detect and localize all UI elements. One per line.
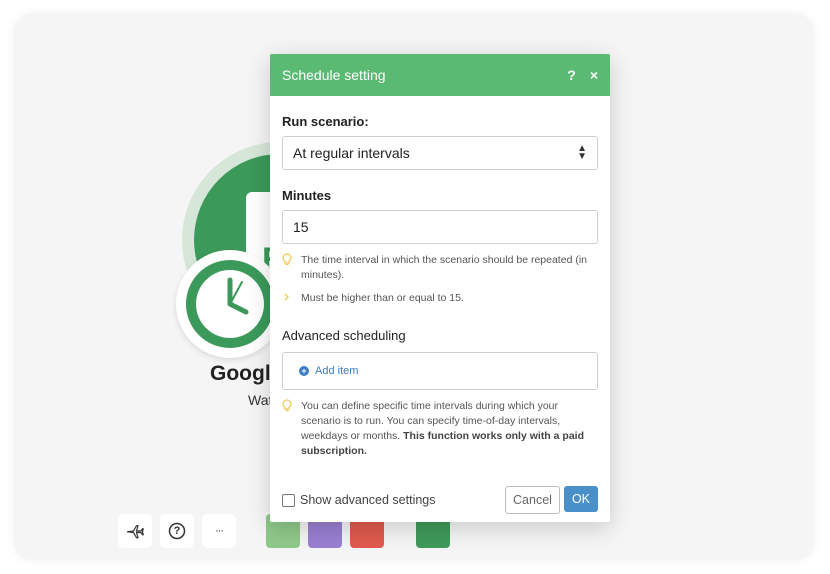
ok-button[interactable]: OK bbox=[563, 486, 598, 512]
more-button[interactable]: ··· bbox=[202, 514, 236, 548]
cancel-button[interactable]: Cancel bbox=[505, 486, 560, 514]
help-button[interactable]: ? bbox=[160, 514, 194, 548]
dialog-footer: Show advanced settings Cancel OK bbox=[282, 486, 598, 514]
lightbulb-icon bbox=[282, 253, 301, 283]
min-hint: Must be higher than or equal to 15. bbox=[282, 291, 598, 307]
clock-icon bbox=[186, 260, 274, 348]
interval-hint-text: The time interval in which the scenario … bbox=[301, 254, 587, 281]
run-scenario-select[interactable]: At regular intervals ▲ ▼ bbox=[282, 136, 598, 170]
more-icon: ··· bbox=[215, 525, 224, 537]
plus-circle-icon: + bbox=[299, 366, 309, 376]
help-glyph: ? bbox=[173, 525, 181, 537]
schedule-setting-dialog: Schedule setting ? × Run scenario: At re… bbox=[270, 54, 610, 522]
run-scenario-label: Run scenario: bbox=[282, 114, 369, 129]
min-hint-text: Must be higher than or equal to 15. bbox=[301, 292, 464, 304]
dialog-body: Run scenario: At regular intervals ▲ ▼ Mi… bbox=[270, 114, 610, 459]
airplane-icon bbox=[126, 525, 144, 539]
schedule-clock-badge[interactable] bbox=[176, 250, 284, 358]
show-advanced-checkbox[interactable] bbox=[282, 493, 295, 507]
close-icon[interactable]: × bbox=[590, 67, 598, 83]
show-advanced-toggle[interactable]: Show advanced settings bbox=[282, 493, 436, 507]
dialog-title: Schedule setting bbox=[282, 67, 386, 83]
dialog-header: Schedule setting ? × bbox=[270, 54, 610, 96]
interval-hint: The time interval in which the scenario … bbox=[282, 253, 598, 283]
lightbulb-icon bbox=[282, 399, 301, 459]
run-scenario-value: At regular intervals bbox=[293, 145, 410, 161]
show-advanced-label: Show advanced settings bbox=[300, 493, 436, 507]
select-arrows-icon: ▲ ▼ bbox=[577, 143, 587, 162]
advanced-hint: You can define specific time intervals d… bbox=[282, 399, 598, 459]
advanced-scheduling-box: + Add item bbox=[282, 352, 598, 390]
airplane-button[interactable] bbox=[118, 514, 152, 548]
add-item-button[interactable]: Add item bbox=[315, 365, 358, 377]
minutes-value: 15 bbox=[293, 219, 309, 235]
minutes-label: Minutes bbox=[282, 188, 332, 203]
minutes-input[interactable]: 15 bbox=[282, 210, 598, 244]
advanced-hint-text: You can define specific time intervals d… bbox=[301, 399, 598, 459]
chevron-right-icon bbox=[282, 291, 301, 307]
advanced-scheduling-label: Advanced scheduling bbox=[282, 328, 406, 343]
help-icon[interactable]: ? bbox=[567, 67, 576, 83]
